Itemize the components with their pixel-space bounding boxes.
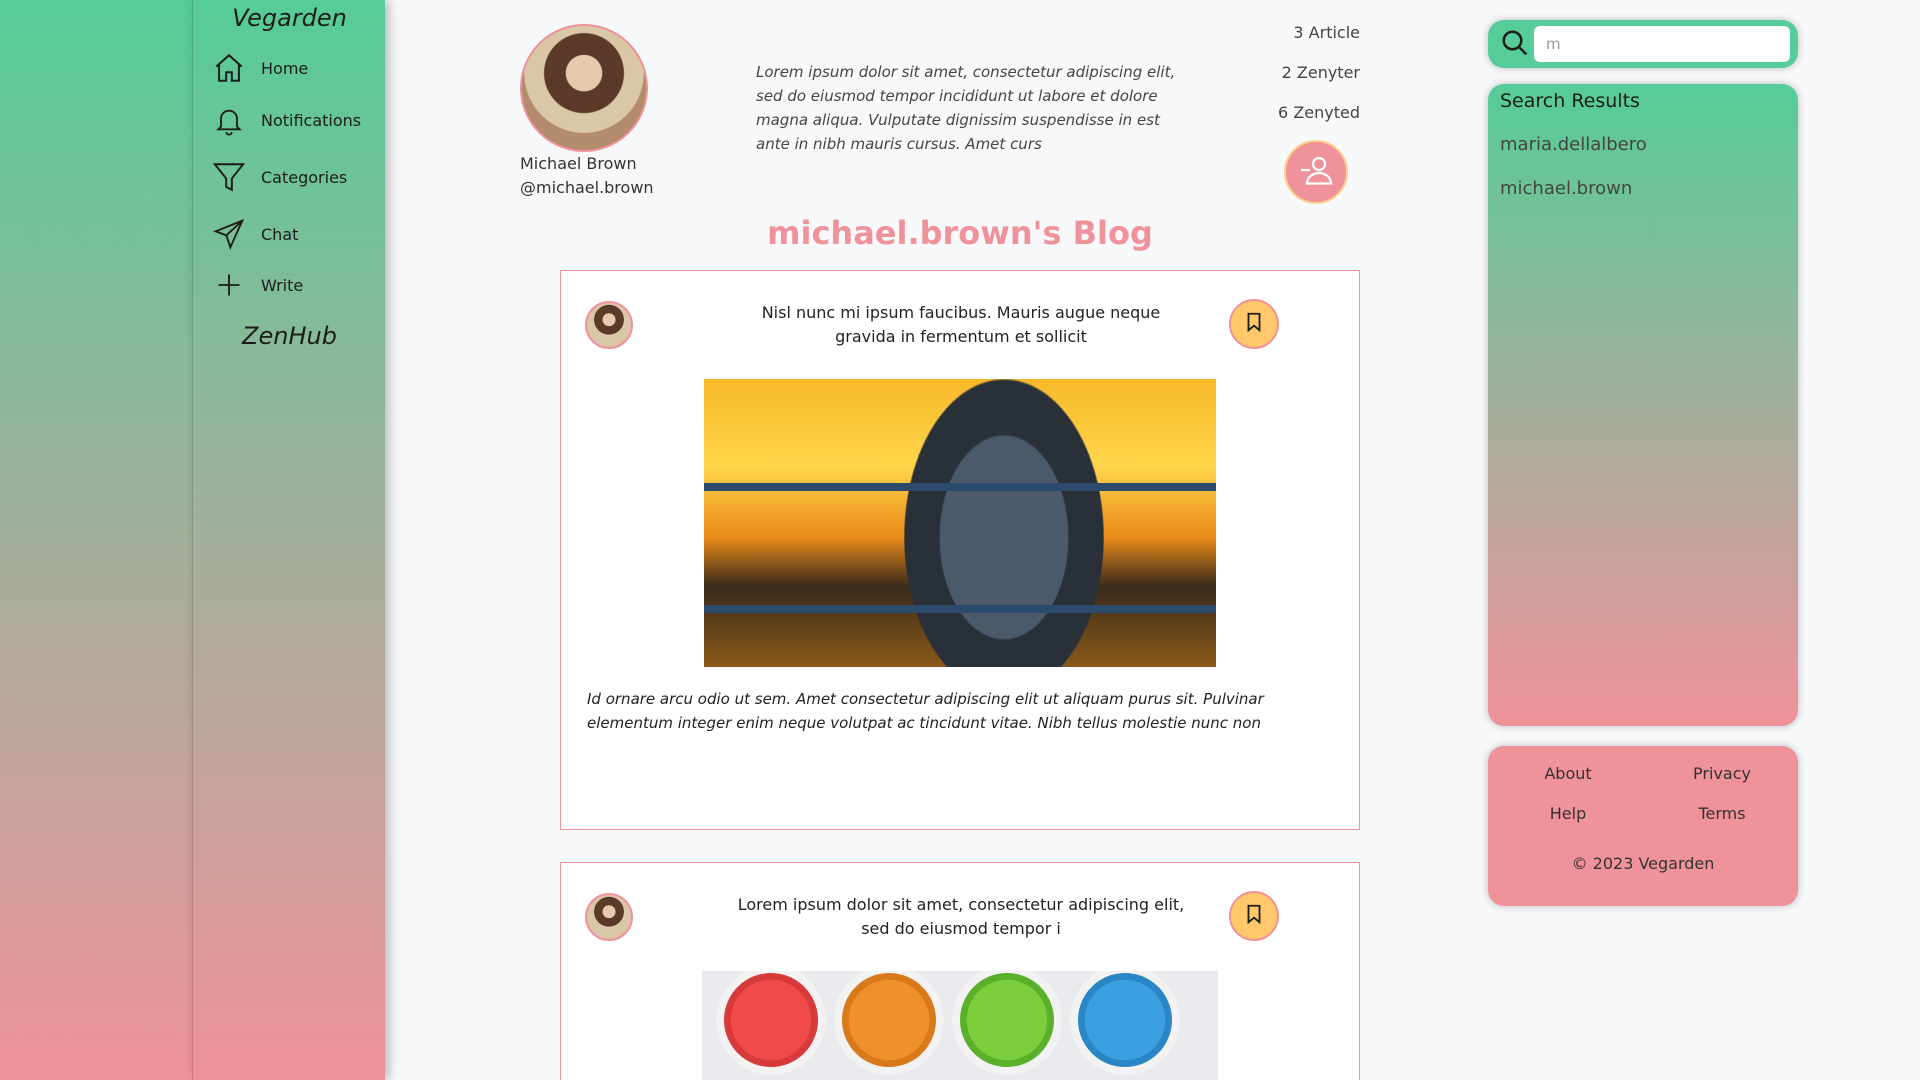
stat-articles[interactable]: 3 Article [1240, 20, 1360, 60]
sidebar-item-write[interactable]: Write [211, 267, 303, 303]
search-result-item[interactable]: michael.brown [1500, 178, 1632, 199]
bookmark-icon [1243, 311, 1265, 337]
post-author-avatar[interactable] [585, 893, 633, 941]
zenhub-logo[interactable]: ZenHub [193, 322, 386, 350]
fence-rail [704, 605, 1216, 613]
blog-post: Nisl nunc mi ipsum faucibus. Mauris augu… [560, 270, 1360, 830]
send-icon [211, 216, 247, 252]
footer-link-privacy[interactable]: Privacy [1662, 764, 1782, 783]
sidebar-item-label: Categories [261, 167, 348, 187]
footer-link-help[interactable]: Help [1508, 804, 1628, 823]
bookmark-icon [1243, 903, 1265, 929]
bookmark-button[interactable] [1229, 891, 1279, 941]
post-title[interactable]: Lorem ipsum dolor sit amet, consectetur … [731, 893, 1191, 941]
search-icon[interactable] [1500, 28, 1532, 60]
brand-logo[interactable]: Vegarden [193, 4, 386, 32]
copyright-text: © 2023 Vegarden [1571, 854, 1715, 873]
pigment-jar [834, 971, 944, 1075]
profile-name: Michael Brown [520, 154, 637, 173]
stat-zenyter[interactable]: 2 Zenyter [1240, 60, 1360, 100]
post-excerpt: Id ornare arcu odio ut sem. Amet consect… [587, 690, 1264, 732]
sidebar-item-notifications[interactable]: Notifications [211, 102, 361, 138]
bookmark-button[interactable] [1229, 299, 1279, 349]
plus-icon [211, 267, 247, 303]
filter-icon [211, 159, 247, 195]
profile-handle: @michael.brown [520, 178, 654, 197]
post-image[interactable] [702, 971, 1218, 1080]
sidebar-item-home[interactable]: Home [211, 50, 308, 86]
search-results-title: Search Results [1500, 90, 1640, 112]
search-input[interactable] [1534, 26, 1790, 62]
bell-icon [211, 102, 247, 138]
blog-post: Lorem ipsum dolor sit amet, consectetur … [560, 862, 1360, 1080]
search-result-item[interactable]: maria.dellalbero [1500, 134, 1647, 155]
post-author-avatar[interactable] [585, 301, 633, 349]
sidebar-item-categories[interactable]: Categories [211, 159, 347, 195]
sidebar-item-label: Write [261, 275, 304, 295]
blog-title: michael.brown's Blog [767, 214, 1153, 252]
sidebar-item-label: Chat [261, 224, 299, 244]
profile-stats: 3 Article 2 Zenyter 6 Zenyted [1240, 20, 1360, 140]
home-icon [211, 50, 247, 86]
unfollow-button[interactable] [1284, 140, 1348, 204]
profile-avatar [520, 24, 648, 152]
profile-bio: Lorem ipsum dolor sit amet, consectetur … [756, 63, 1176, 153]
pigment-jar [952, 971, 1062, 1075]
sidebar-item-chat[interactable]: Chat [211, 216, 298, 252]
footer-link-about[interactable]: About [1508, 764, 1628, 783]
search-results-panel: Search Results maria.dellalbero michael.… [1488, 84, 1798, 726]
footer-link-terms[interactable]: Terms [1662, 804, 1782, 823]
post-title[interactable]: Nisl nunc mi ipsum faucibus. Mauris augu… [731, 301, 1191, 349]
search-box [1488, 20, 1798, 68]
pigment-jar [1070, 971, 1180, 1075]
pigment-jar [716, 971, 826, 1075]
cow-figure [904, 379, 1104, 667]
fence-rail [704, 483, 1216, 491]
sidebar-item-label: Notifications [261, 110, 362, 130]
user-minus-icon [1298, 152, 1334, 192]
sidebar: Vegarden Home Notifications Categories C… [192, 0, 385, 1080]
sidebar-item-label: Home [261, 58, 309, 78]
stat-zenyted[interactable]: 6 Zenyted [1240, 100, 1360, 140]
footer-panel: About Privacy Help Terms © 2023 Vegarden [1488, 746, 1798, 906]
post-image[interactable] [704, 379, 1216, 667]
